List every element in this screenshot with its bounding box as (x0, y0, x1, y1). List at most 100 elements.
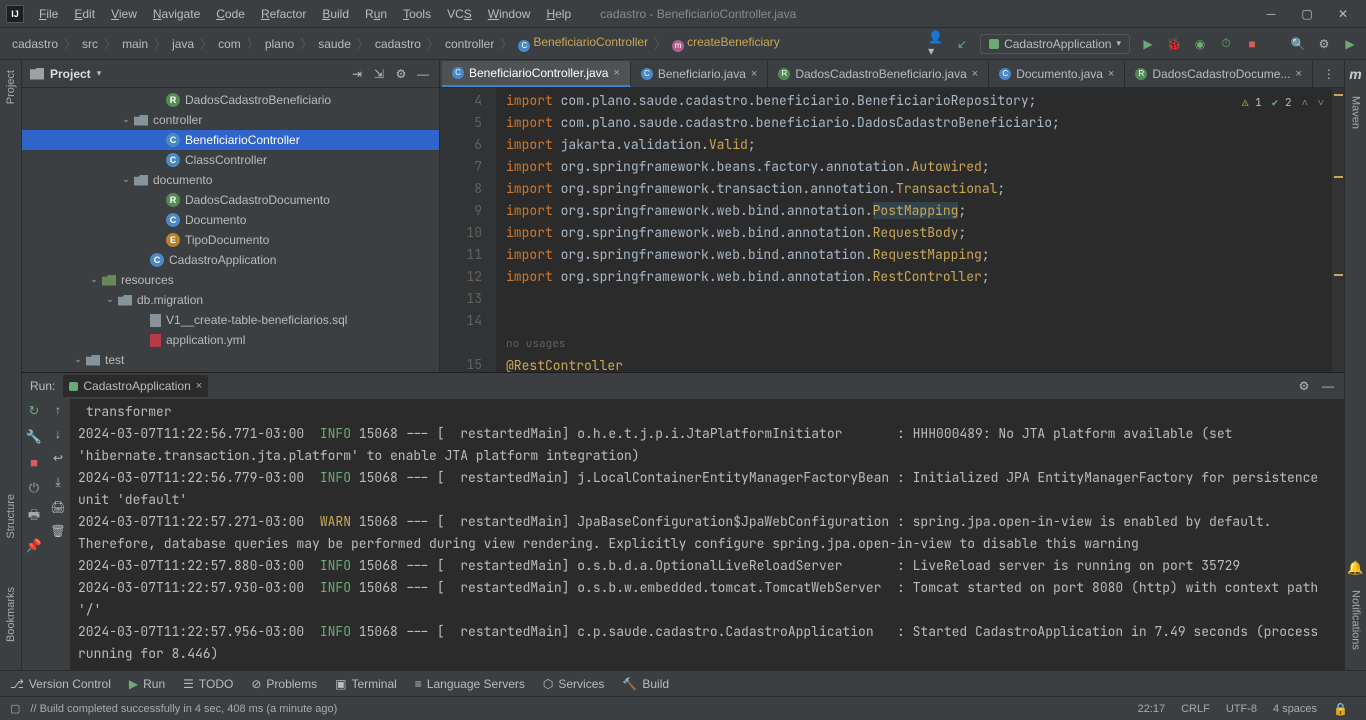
file-encoding[interactable]: UTF-8 (1218, 703, 1265, 715)
caret-position[interactable]: 22:17 (1130, 703, 1174, 715)
crumb-class[interactable]: CBeneficiarioController (514, 33, 652, 54)
version-control-tool[interactable]: ⎇ Version Control (10, 677, 111, 691)
terminal-tool[interactable]: ▣ Terminal (335, 677, 397, 691)
hide-panel-icon[interactable]: — (415, 66, 431, 82)
notifications-tool-button[interactable]: Notifications (1350, 586, 1362, 654)
crumb[interactable]: controller (441, 35, 498, 53)
editor-tab[interactable]: RDadosCadastroBeneficiario.java× (768, 61, 989, 87)
tree-node[interactable]: V1__create-table-beneficiarios.sql (22, 310, 439, 330)
pin-icon[interactable]: 📌 (26, 538, 42, 554)
crumb[interactable]: saude (314, 35, 355, 53)
crumb[interactable]: cadastro (371, 35, 425, 53)
problems-tool[interactable]: ⊘ Problems (251, 677, 317, 691)
menu-refactor[interactable]: Refactor (254, 4, 313, 24)
tree-node[interactable]: CCadastroApplication (22, 250, 439, 270)
error-stripe[interactable] (1332, 88, 1344, 372)
settings-icon[interactable]: ⚙ (1316, 36, 1332, 52)
tree-node[interactable]: ⌄controller (22, 110, 439, 130)
close-run-tab-icon[interactable]: × (196, 380, 202, 392)
scroll-end-icon[interactable]: ⤓ (55, 475, 60, 490)
menu-vcs[interactable]: VCS (440, 4, 479, 24)
menu-build[interactable]: Build (315, 4, 356, 24)
clear-icon[interactable]: 🗑 (50, 524, 65, 538)
exit-icon[interactable]: ⏻ (29, 480, 39, 496)
tree-node[interactable]: ⌄test (22, 350, 439, 370)
maven-tool-button[interactable]: Maven (1350, 92, 1362, 133)
user-icon[interactable]: 👤▾ (928, 36, 944, 52)
status-icon[interactable]: ▢ (10, 702, 20, 715)
print-icon[interactable]: 🖨 (50, 500, 65, 514)
tree-node[interactable]: ⌄documento (22, 170, 439, 190)
crumb[interactable]: plano (261, 35, 298, 53)
close-tab-icon[interactable]: × (972, 68, 978, 80)
stop-run-icon[interactable]: ■ (30, 455, 38, 470)
maven-tool-icon[interactable]: m (1349, 66, 1361, 82)
tree-node[interactable]: ⌄db.migration (22, 290, 439, 310)
tree-node[interactable]: RDadosCadastroBeneficiario (22, 90, 439, 110)
search-icon[interactable]: 🔍 (1290, 36, 1306, 52)
code-editor[interactable]: 4567891011121314 15 import com.plano.sau… (440, 88, 1344, 372)
tree-node[interactable]: ⌄resources (22, 270, 439, 290)
rerun-icon[interactable]: ↻ (29, 403, 40, 419)
crumb[interactable]: main (118, 35, 152, 53)
inspection-warnings[interactable]: ⚠ 1 (1242, 92, 1262, 114)
tree-node[interactable]: application.yml (22, 330, 439, 350)
services-tool[interactable]: ⬡ Services (543, 677, 605, 691)
menu-file[interactable]: File (32, 4, 65, 24)
project-tool-button[interactable]: Project (5, 66, 17, 108)
tree-node[interactable]: CBeneficiarioController (22, 130, 439, 150)
menu-edit[interactable]: Edit (67, 4, 102, 24)
down-icon[interactable]: ↓ (55, 427, 61, 441)
menu-help[interactable]: Help (539, 4, 578, 24)
bookmarks-tool-button[interactable]: Bookmarks (5, 583, 17, 646)
run-tab[interactable]: CadastroApplication × (63, 375, 208, 397)
inspection-up-icon[interactable]: ˄ (1302, 92, 1308, 114)
structure-tool-button[interactable]: Structure (5, 490, 17, 543)
tree-settings-icon[interactable]: ⚙ (393, 66, 409, 82)
menu-code[interactable]: Code (209, 4, 252, 24)
editor-tab[interactable]: CDocumento.java× (989, 61, 1125, 87)
editor-tab[interactable]: CBeneficiario.java× (631, 61, 769, 87)
run-button[interactable]: ▶ (1140, 36, 1156, 52)
project-title[interactable]: Project (50, 67, 91, 81)
run-hide-icon[interactable]: — (1320, 378, 1336, 394)
close-tab-icon[interactable]: × (613, 67, 619, 79)
crumb-method[interactable]: mcreateBeneficiary (668, 33, 784, 54)
tab-dropdown-icon[interactable]: ⋮ (1321, 66, 1337, 82)
select-opened-icon[interactable]: ⇥ (349, 66, 365, 82)
run-anything-icon[interactable]: ▶ (1342, 36, 1358, 52)
maximize-button[interactable]: ▢ (1300, 7, 1314, 21)
up-icon[interactable]: ↑ (55, 403, 61, 417)
expand-all-icon[interactable]: ⇲ (371, 66, 387, 82)
menu-navigate[interactable]: Navigate (146, 4, 207, 24)
close-tab-icon[interactable]: × (751, 68, 757, 80)
tree-node[interactable]: RDadosCadastroDocumento (22, 190, 439, 210)
readonly-lock-icon[interactable]: 🔒 (1325, 702, 1356, 716)
crumb[interactable]: java (168, 35, 198, 53)
console-output[interactable]: transformer2024-03-07T11:22:56.771-03:00… (70, 399, 1344, 670)
project-tree[interactable]: RDadosCadastroBeneficiario⌄controllerCBe… (22, 88, 439, 372)
inspection-ok[interactable]: ✔ 2 (1272, 92, 1292, 114)
menu-view[interactable]: View (104, 4, 144, 24)
todo-tool[interactable]: ☰ TODO (183, 677, 233, 691)
run-tool-icon[interactable]: 🔧 (26, 429, 42, 445)
menu-tools[interactable]: Tools (396, 4, 438, 24)
run-config-selector[interactable]: CadastroApplication▾ (980, 34, 1130, 54)
vcs-update-icon[interactable]: ↙ (954, 36, 970, 52)
menu-run[interactable]: Run (358, 4, 394, 24)
editor-tab[interactable]: RDadosCadastroDocume...× (1125, 61, 1313, 87)
softwrap-icon[interactable]: ↩ (53, 451, 63, 465)
close-tab-icon[interactable]: × (1108, 68, 1114, 80)
editor-tab[interactable]: CBeneficiarioController.java× (442, 61, 631, 87)
indent-info[interactable]: 4 spaces (1265, 703, 1325, 715)
tree-node[interactable]: ETipoDocumento (22, 230, 439, 250)
crumb[interactable]: cadastro (8, 35, 62, 53)
line-separator[interactable]: CRLF (1173, 703, 1218, 715)
run-tool[interactable]: ▶ Run (129, 677, 165, 691)
menu-window[interactable]: Window (481, 4, 538, 24)
tree-node[interactable]: CDocumento (22, 210, 439, 230)
crumb[interactable]: src (78, 35, 102, 53)
coverage-button[interactable]: ◉ (1192, 36, 1208, 52)
stop-button[interactable]: ■ (1244, 36, 1260, 52)
minimize-button[interactable]: ─ (1264, 7, 1278, 21)
